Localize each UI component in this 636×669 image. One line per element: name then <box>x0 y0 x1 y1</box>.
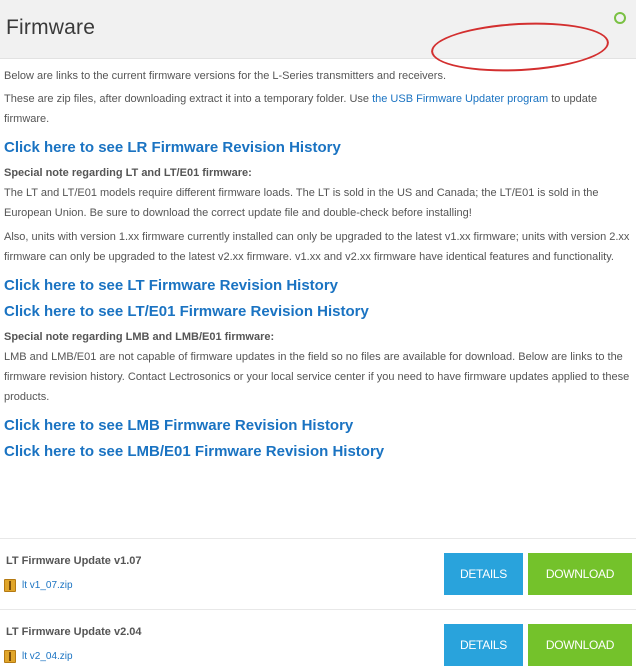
lmb-note-heading: Special note regarding LMB and LMB/E01 f… <box>4 331 275 343</box>
circle-icon[interactable] <box>614 12 626 24</box>
file-link[interactable]: lt v1_07.zip <box>22 580 73 591</box>
lt-history-link[interactable]: Click here to see LT Firmware Revision H… <box>4 275 632 297</box>
firmware-page: Firmware Below are links to the current … <box>0 0 636 669</box>
intro-instructions: These are zip files, after downloading e… <box>4 89 632 129</box>
file-link[interactable]: lt v2_04.zip <box>22 651 73 662</box>
lte01-history-link[interactable]: Click here to see LT/E01 Firmware Revisi… <box>4 301 632 323</box>
details-button[interactable]: DETAILS <box>444 553 523 595</box>
lmb-note-body: LMB and LMB/E01 are not capable of firmw… <box>4 351 630 403</box>
lt-note-body-versions: Also, units with version 1.xx firmware c… <box>4 231 630 263</box>
download-row: LT Firmware Update v1.07 lt v1_07.zip DE… <box>0 538 636 609</box>
page-header: Firmware <box>0 0 636 59</box>
lt-note-heading: Special note regarding LT and LT/E01 fir… <box>4 167 252 179</box>
lmbe01-history-link[interactable]: Click here to see LMB/E01 Firmware Revis… <box>4 441 632 463</box>
intro-prefix: These are zip files, after downloading e… <box>4 93 373 105</box>
intro-text: Below are links to the current firmware … <box>4 70 446 82</box>
download-file: lt v1_07.zip <box>4 577 73 593</box>
details-button[interactable]: DETAILS <box>444 624 523 666</box>
download-file: lt v2_04.zip <box>4 648 73 664</box>
main-content: Below are links to the current firmware … <box>0 58 636 463</box>
page-title: Firmware <box>6 16 96 39</box>
download-title: LT Firmware Update v1.07 <box>6 555 142 567</box>
lt-note-body: The LT and LT/E01 models require differe… <box>4 187 599 219</box>
lmb-history-link[interactable]: Click here to see LMB Firmware Revision … <box>4 415 632 437</box>
download-button[interactable]: DOWNLOAD <box>528 624 632 666</box>
zip-file-icon <box>4 649 16 663</box>
download-button[interactable]: DOWNLOAD <box>528 553 632 595</box>
usb-firmware-updater-link[interactable]: the USB Firmware Updater program <box>372 93 548 105</box>
zip-file-icon <box>4 578 16 592</box>
lr-history-link[interactable]: Click here to see LR Firmware Revision H… <box>4 137 632 159</box>
download-list: LT Firmware Update v1.07 lt v1_07.zip DE… <box>0 538 636 669</box>
download-title: LT Firmware Update v2.04 <box>6 626 142 638</box>
download-row: LT Firmware Update v2.04 lt v2_04.zip DE… <box>0 609 636 669</box>
